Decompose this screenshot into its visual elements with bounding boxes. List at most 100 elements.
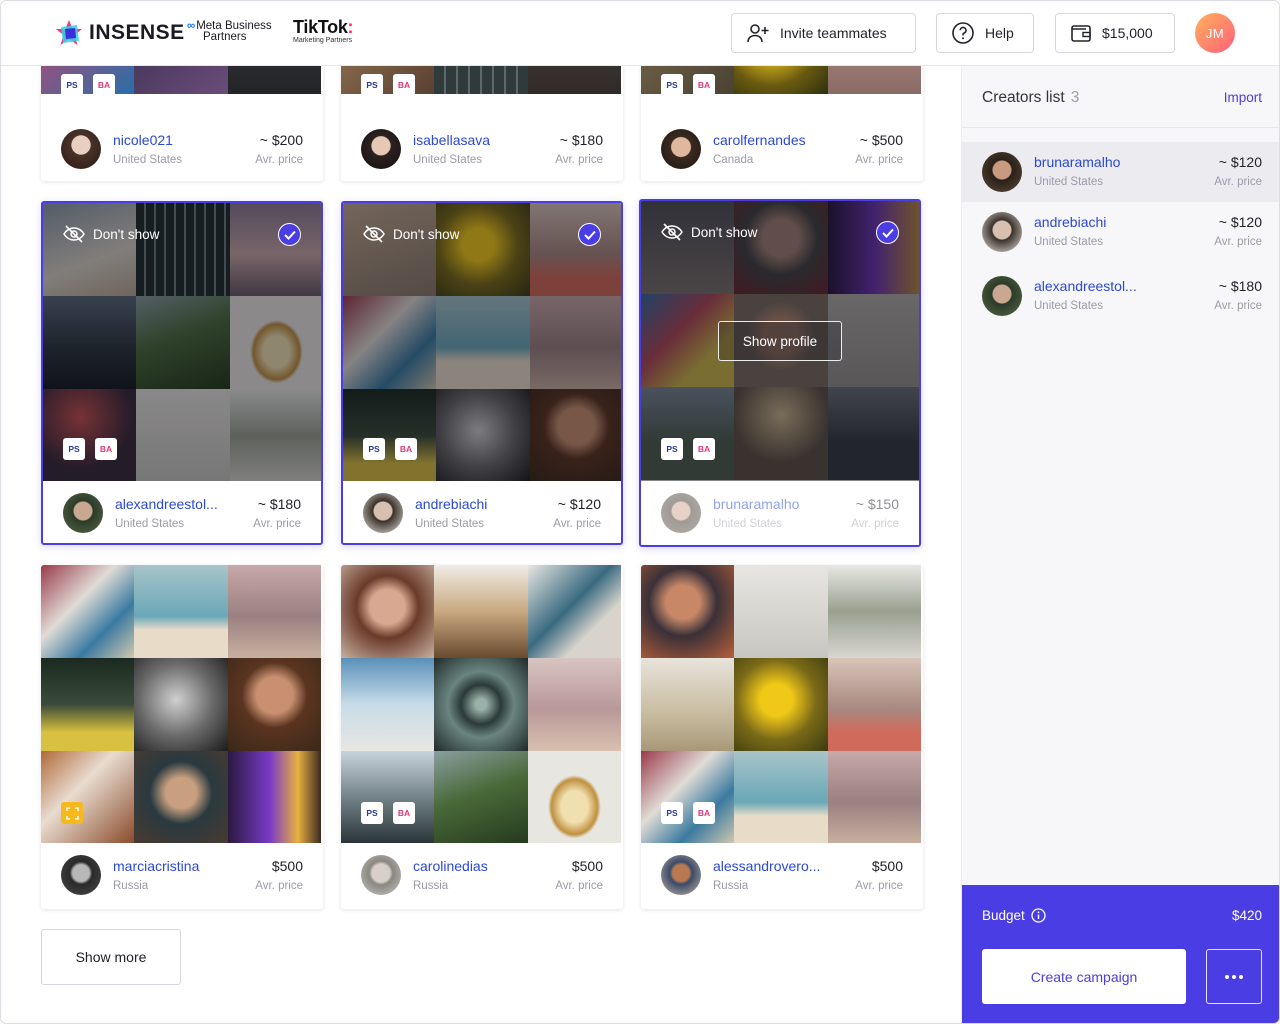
wallet-balance-button[interactable]: $15,000	[1055, 13, 1175, 53]
creator-avatar[interactable]	[661, 129, 701, 169]
insense-logo[interactable]: INSENSE	[55, 19, 185, 47]
ba-badge: BA	[693, 438, 715, 460]
creator-name[interactable]: brunaramalho	[713, 496, 799, 512]
creator-avatar[interactable]	[61, 129, 101, 169]
sidebar-creator-row[interactable]: brunaramalho United States ~ $120 Avr. p…	[962, 142, 1279, 202]
creator-avatar[interactable]	[363, 493, 403, 533]
ps-badge: PS	[61, 74, 83, 96]
ba-badge: BA	[95, 438, 117, 460]
creator-avatar[interactable]	[661, 855, 701, 895]
creator-avatar[interactable]	[61, 855, 101, 895]
avr-price-label: Avr. price	[255, 154, 303, 166]
sidebar-creator-row[interactable]: andrebiachi United States ~ $120 Avr. pr…	[962, 202, 1279, 262]
avr-price-label: Avr. price	[555, 880, 603, 892]
show-more-button[interactable]: Show more	[41, 929, 181, 985]
creator-price: ~ $120	[557, 496, 601, 512]
content-mosaic	[41, 565, 321, 844]
creator-name[interactable]: andrebiachi	[415, 496, 487, 512]
dont-show-toggle[interactable]: Don't show	[63, 225, 159, 243]
more-options-button[interactable]	[1206, 949, 1262, 1004]
creator-info: carolfernandes Canada ~ $500 Avr. price	[641, 117, 923, 181]
creators-list-title: Creators list 3	[982, 89, 1079, 107]
ps-badge: PS	[361, 74, 383, 96]
creator-card[interactable]: PS BA carolinedias Russia $500 Avr. pric…	[341, 565, 623, 909]
avr-price-label: Avr. price	[553, 518, 601, 530]
platform-badges	[61, 802, 83, 824]
creator-avatar[interactable]	[982, 276, 1022, 316]
creator-location: United States	[413, 154, 483, 166]
creator-card[interactable]: PS BA carolfernandes Canada ~ $500 Avr. …	[641, 66, 923, 181]
info-icon[interactable]	[1031, 908, 1046, 923]
creator-price: $500	[871, 858, 903, 874]
creator-name[interactable]: alexandreestol...	[115, 496, 218, 512]
creator-card-selected[interactable]: Don't show PS BA alexandreestol... Unite…	[41, 201, 323, 545]
creator-location: United States	[113, 154, 183, 166]
dont-show-toggle[interactable]: Don't show	[363, 225, 459, 243]
creator-avatar[interactable]	[63, 493, 103, 533]
creator-location: United States	[415, 518, 485, 530]
sidebar-creator-row[interactable]: alexandreestol... United States ~ $180 A…	[962, 266, 1279, 326]
ba-badge: BA	[395, 438, 417, 460]
budget-label: Budget	[982, 908, 1025, 923]
avr-price-label: Avr. price	[253, 518, 301, 530]
budget-value: $420	[1231, 908, 1262, 923]
creator-avatar[interactable]	[361, 129, 401, 169]
creator-location: United States	[1034, 300, 1104, 312]
show-profile-button[interactable]: Show profile	[718, 321, 842, 361]
creator-price: ~ $120	[1218, 154, 1262, 170]
creator-price: $500	[271, 858, 303, 874]
help-button[interactable]: Help	[936, 13, 1034, 53]
creator-avatar[interactable]	[361, 855, 401, 895]
ps-badge: PS	[63, 438, 85, 460]
import-link[interactable]: Import	[1224, 90, 1262, 105]
avr-price-label: Avr. price	[855, 880, 903, 892]
selected-check-icon[interactable]	[278, 223, 301, 246]
creator-price: ~ $120	[1218, 214, 1262, 230]
creator-name[interactable]: andrebiachi	[1034, 214, 1106, 230]
dont-show-label: Don't show	[93, 226, 160, 242]
dont-show-toggle[interactable]: Don't show	[661, 223, 757, 241]
creator-location: Russia	[713, 880, 749, 892]
creator-avatar[interactable]	[661, 493, 701, 533]
creator-card[interactable]: PS BA alessandrovero... Russia $500 Avr.…	[641, 565, 923, 909]
user-avatar[interactable]: JM	[1195, 13, 1235, 53]
creator-card-hovered[interactable]: Don't show Show profile PS BA brunaramal…	[639, 199, 921, 547]
creator-name[interactable]: nicole021	[113, 132, 173, 148]
creator-price: ~ $180	[559, 132, 603, 148]
creator-name[interactable]: carolfernandes	[713, 132, 806, 148]
creator-card[interactable]: marciacristina Russia $500 Avr. price	[41, 565, 323, 909]
creator-location: Russia	[413, 880, 449, 892]
ba-badge: BA	[393, 74, 415, 96]
creator-name[interactable]: alessandrovero...	[713, 858, 820, 874]
platform-badges: PS BA	[61, 74, 115, 96]
creator-name[interactable]: brunaramalho	[1034, 154, 1120, 170]
ps-badge: PS	[661, 74, 683, 96]
creator-name[interactable]: alexandreestol...	[1034, 278, 1137, 294]
meta-line2: Partners	[203, 31, 247, 43]
selected-check-icon[interactable]	[578, 223, 601, 246]
help-label: Help	[985, 25, 1014, 41]
selected-check-icon[interactable]	[876, 221, 899, 244]
create-campaign-button[interactable]: Create campaign	[982, 949, 1186, 1004]
creator-avatar[interactable]	[982, 152, 1022, 192]
creator-name[interactable]: marciacristina	[113, 858, 199, 874]
help-icon	[952, 22, 974, 44]
creator-location: United States	[1034, 176, 1104, 188]
tiktok-title: TikTok	[293, 17, 348, 37]
creator-info: isabellasava United States ~ $180 Avr. p…	[341, 117, 623, 181]
creator-card[interactable]: PS BA nicole021 United States ~ $200 Avr…	[41, 66, 323, 181]
tiktok-sub: Marketing Partners	[293, 37, 353, 44]
eye-off-icon	[63, 225, 85, 243]
creator-name[interactable]: isabellasava	[413, 132, 490, 148]
top-header: INSENSE ∞Meta Business Partners TikTok: …	[1, 1, 1279, 66]
wallet-icon	[1071, 25, 1091, 42]
creator-card-selected[interactable]: Don't show PS BA andrebiachi United Stat…	[341, 201, 623, 545]
ba-badge: BA	[693, 74, 715, 96]
tiktok-partners-logo: TikTok: Marketing Partners	[293, 17, 354, 44]
creator-card[interactable]: PS BA isabellasava United States ~ $180 …	[341, 66, 623, 181]
creator-name[interactable]: carolinedias	[413, 858, 488, 874]
ba-badge: BA	[693, 802, 715, 824]
dot-icon	[1239, 974, 1243, 979]
invite-teammates-button[interactable]: Invite teammates	[731, 13, 916, 53]
creator-avatar[interactable]	[982, 212, 1022, 252]
